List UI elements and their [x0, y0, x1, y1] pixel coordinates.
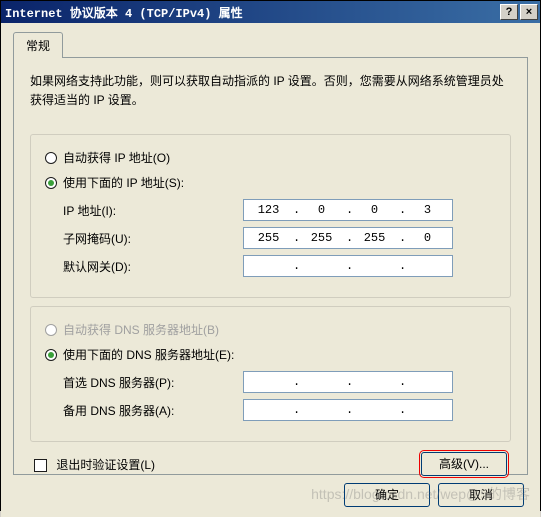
gateway-row: 默认网关(D): . . . — [45, 255, 496, 277]
ip-oct3[interactable]: 0 — [350, 200, 399, 220]
ip-group: 自动获得 IP 地址(O) 使用下面的 IP 地址(S): IP 地址(I): … — [30, 134, 511, 298]
cancel-button[interactable]: 取消 — [438, 483, 524, 507]
alt-dns-row: 备用 DNS 服务器(A): . . . — [45, 399, 496, 421]
gateway-input[interactable]: . . . — [243, 255, 453, 277]
alt-dns-label: 备用 DNS 服务器(A): — [63, 402, 243, 419]
tab-general[interactable]: 常规 — [13, 32, 63, 58]
ip-oct4[interactable]: 3 — [403, 200, 452, 220]
ip-oct2[interactable]: 0 — [297, 200, 346, 220]
ok-button[interactable]: 确定 — [344, 483, 430, 507]
subnet-mask-label: 子网掩码(U): — [63, 230, 243, 247]
radio-manual-ip[interactable] — [45, 177, 57, 189]
tab-panel: 如果网络支持此功能，则可以获取自动指派的 IP 设置。否则，您需要从网络系统管理… — [13, 57, 528, 475]
dialog-window: Internet 协议版本 4 (TCP/IPv4) 属性 ? × 常规 如果网… — [0, 0, 541, 511]
advanced-button[interactable]: 高级(V)... — [421, 452, 507, 476]
client-area: 常规 如果网络支持此功能，则可以获取自动指派的 IP 设置。否则，您需要从网络系… — [1, 23, 540, 517]
bottom-row: 退出时验证设置(L) 高级(V)... — [30, 452, 511, 476]
dns-group: 自动获得 DNS 服务器地址(B) 使用下面的 DNS 服务器地址(E): 首选… — [30, 306, 511, 442]
pref-dns-input[interactable]: . . . — [243, 371, 453, 393]
radio-manual-dns-label: 使用下面的 DNS 服务器地址(E): — [63, 346, 234, 363]
pref-dns-row: 首选 DNS 服务器(P): . . . — [45, 371, 496, 393]
subnet-mask-row: 子网掩码(U): 255. 255. 255. 0 — [45, 227, 496, 249]
validate-on-exit-label: 退出时验证设置(L) — [56, 458, 155, 472]
validate-on-exit-row[interactable]: 退出时验证设置(L) — [34, 456, 155, 473]
mask-oct3[interactable]: 255 — [350, 228, 399, 248]
ip-address-row: IP 地址(I): 123. 0. 0. 3 — [45, 199, 496, 221]
radio-manual-ip-label: 使用下面的 IP 地址(S): — [63, 174, 184, 191]
radio-auto-dns — [45, 324, 57, 336]
window-title: Internet 协议版本 4 (TCP/IPv4) 属性 — [5, 4, 498, 21]
titlebar: Internet 协议版本 4 (TCP/IPv4) 属性 ? × — [1, 1, 540, 23]
radio-manual-ip-row[interactable]: 使用下面的 IP 地址(S): — [45, 174, 496, 191]
subnet-mask-input[interactable]: 255. 255. 255. 0 — [243, 227, 453, 249]
help-button[interactable]: ? — [500, 4, 518, 20]
ip-oct1[interactable]: 123 — [244, 200, 293, 220]
radio-auto-dns-label: 自动获得 DNS 服务器地址(B) — [63, 321, 219, 338]
tab-strip: 常规 — [13, 31, 528, 57]
pref-dns-label: 首选 DNS 服务器(P): — [63, 374, 243, 391]
gateway-label: 默认网关(D): — [63, 258, 243, 275]
description-text: 如果网络支持此功能，则可以获取自动指派的 IP 设置。否则，您需要从网络系统管理… — [30, 72, 511, 110]
radio-manual-dns[interactable] — [45, 349, 57, 361]
radio-auto-dns-row: 自动获得 DNS 服务器地址(B) — [45, 321, 496, 338]
radio-manual-dns-row[interactable]: 使用下面的 DNS 服务器地址(E): — [45, 346, 496, 363]
mask-oct4[interactable]: 0 — [403, 228, 452, 248]
radio-auto-ip[interactable] — [45, 152, 57, 164]
validate-on-exit-checkbox[interactable] — [34, 459, 47, 472]
ip-address-label: IP 地址(I): — [63, 202, 243, 219]
alt-dns-input[interactable]: . . . — [243, 399, 453, 421]
mask-oct1[interactable]: 255 — [244, 228, 293, 248]
dialog-buttons: 确定 取消 — [13, 475, 528, 507]
radio-auto-ip-row[interactable]: 自动获得 IP 地址(O) — [45, 149, 496, 166]
mask-oct2[interactable]: 255 — [297, 228, 346, 248]
ip-address-input[interactable]: 123. 0. 0. 3 — [243, 199, 453, 221]
close-button[interactable]: × — [520, 4, 538, 20]
radio-auto-ip-label: 自动获得 IP 地址(O) — [63, 149, 170, 166]
